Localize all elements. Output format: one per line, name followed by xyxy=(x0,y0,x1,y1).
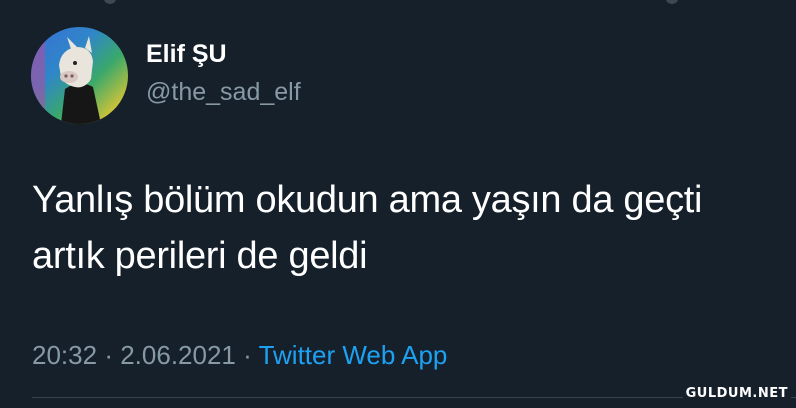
divider xyxy=(32,397,796,398)
previous-tweet-icon-fragment xyxy=(666,0,678,4)
tweet-meta: 20:32 · 2.06.2021 · Twitter Web App xyxy=(32,340,447,371)
tweet-time[interactable]: 20:32 xyxy=(32,340,97,370)
meta-separator: · xyxy=(104,340,113,370)
tweet-date[interactable]: 2.06.2021 xyxy=(120,340,236,370)
author-handle[interactable]: @the_sad_elf xyxy=(146,78,301,107)
tweet-text-line: artık perileri de geldi xyxy=(32,235,368,277)
previous-tweet-icon-fragment xyxy=(104,0,116,4)
previous-tweet-edge xyxy=(0,0,796,6)
profile-photo-icon xyxy=(31,27,128,124)
tweet-text-line: Yanlış bölüm okudun ama yaşın da geçti xyxy=(32,179,703,221)
meta-separator: · xyxy=(243,340,252,370)
author-display-name[interactable]: Elif ŞU xyxy=(146,40,227,69)
avatar[interactable] xyxy=(31,27,128,124)
tweet-source-link[interactable]: Twitter Web App xyxy=(259,340,448,370)
site-watermark: GULDUM.NET xyxy=(682,385,791,402)
tweet-text: Yanlış bölüm okudun ama yaşın da geçti a… xyxy=(32,172,792,284)
